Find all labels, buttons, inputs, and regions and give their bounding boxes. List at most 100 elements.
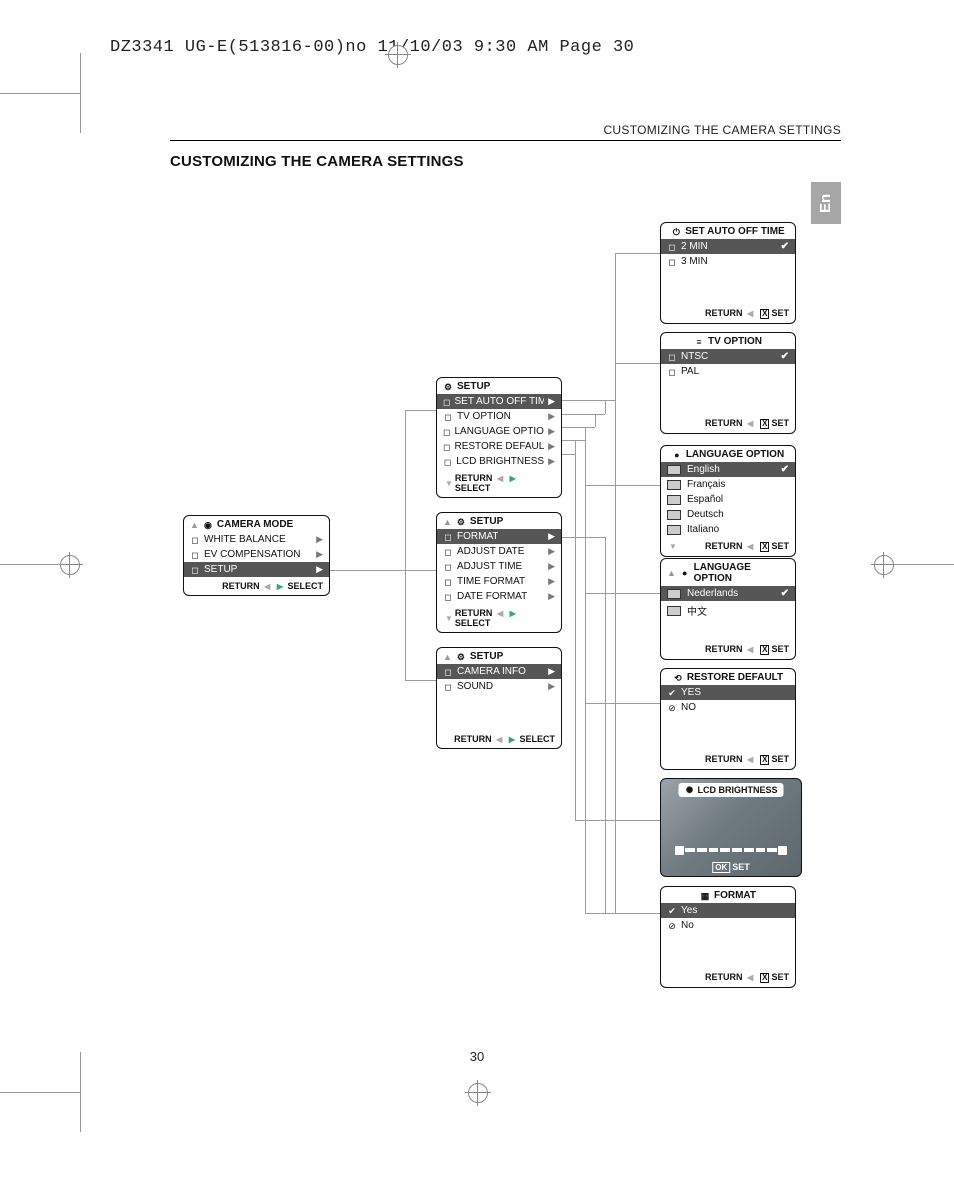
list-item[interactable]: 中文 [661, 601, 795, 620]
panel-rows: ◻FORMAT▶◻ADJUST DATE▶ ◻ ADJUST TIME ▶ ◻TIME … [437, 529, 561, 604]
flag-icon [667, 510, 681, 520]
crop-mark [0, 1092, 80, 1093]
panel-rows: ◻WHITE BALANCE▶◻EV COMPENSATION▶◻SETUP▶ [184, 532, 329, 577]
x-icon: X [760, 542, 769, 552]
connector [575, 820, 660, 821]
panel-footer: ▼ RETURN ◀ ▶ SELECT [437, 469, 561, 497]
tools-icon: ⚙ [456, 517, 466, 527]
list-item[interactable]: ✔Yes [661, 903, 795, 918]
row-icon: ◻ [443, 412, 453, 422]
crop-mark [894, 564, 954, 565]
left-triangle-icon: ◀ [747, 755, 753, 764]
language-tab: En [811, 182, 841, 224]
right-triangle-icon: ▶ [316, 564, 323, 575]
set-label: SET [771, 418, 789, 428]
connector [560, 427, 595, 428]
list-item[interactable]: ◻TV OPTION▶ [437, 409, 561, 424]
title-text: SETUP [470, 516, 503, 527]
list-item[interactable]: ◻2 MIN✔ [661, 239, 795, 254]
right-triangle-icon: ▶ [548, 441, 555, 452]
panel-footer: ▼ RETURN ◀ ▶ SELECT [437, 604, 561, 632]
list-item[interactable]: ⊘NO [661, 700, 795, 715]
panel-title: ▦ FORMAT [661, 887, 795, 903]
right-triangle-icon: ▶ [548, 396, 555, 407]
row-icon: ◻ [443, 397, 450, 407]
title-text: SETUP [457, 381, 490, 392]
left-triangle-icon: ◀ [747, 542, 753, 551]
list-item[interactable]: English✔ [661, 462, 795, 477]
list-item[interactable]: ◻FORMAT▶ [437, 529, 561, 544]
row-icon: ◻ [443, 427, 450, 437]
list-item[interactable]: ⊘No [661, 918, 795, 933]
return-label: RETURN [705, 644, 743, 654]
check-icon: ✔ [781, 588, 789, 599]
slider-minus-icon [675, 846, 684, 855]
list-item[interactable]: ◻3 MIN [661, 254, 795, 269]
list-item[interactable]: Nederlands ✔ [661, 586, 795, 601]
check-icon: ✔ [781, 241, 789, 252]
up-triangle-icon: ▲ [190, 520, 199, 530]
list-item[interactable]: ◻SET AUTO OFF TIME▶ [437, 394, 561, 409]
connector [560, 537, 605, 538]
list-item[interactable]: ◻EV COMPENSATION▶ [184, 547, 329, 562]
tv-icon: ≡ [694, 337, 704, 347]
panel-rows: ◻CAMERA INFO▶◻SOUND▶ [437, 664, 561, 694]
row-label: NO [681, 702, 696, 713]
row-label: ADJUST TIME [457, 561, 522, 572]
list-item[interactable]: ◻WHITE BALANCE▶ [184, 532, 329, 547]
panel-footer: RETURN ◀ XSET [661, 414, 795, 433]
right-triangle-icon: ▶ [548, 561, 555, 572]
cross-icon: ⊘ [667, 921, 677, 931]
check-icon: ✔ [781, 464, 789, 475]
set-label: SET [771, 754, 789, 764]
panel-footer: RETURN ◀ XSET [661, 640, 795, 659]
tools-icon: ⚙ [456, 652, 466, 662]
panel-footer: RETURN ◀ ▶ SELECT [184, 577, 329, 595]
list-item[interactable]: Français [661, 477, 795, 492]
right-triangle-icon: ▶ [548, 426, 555, 437]
panel-lcd-brightness: ✺ LCD BRIGHTNESS OKSET [660, 778, 802, 877]
up-triangle-icon: ▲ [667, 568, 676, 578]
list-item[interactable]: Español [661, 492, 795, 507]
list-item[interactable]: ◻DATE FORMAT▶ [437, 589, 561, 604]
row-icon: ◻ [443, 577, 453, 587]
list-item[interactable]: ✔ YES [661, 685, 795, 700]
list-item[interactable]: ◻SETUP▶ [184, 562, 329, 577]
panel-setup-3: ▲ ⚙ SETUP ◻CAMERA INFO▶◻SOUND▶ RETURN ◀ … [436, 647, 562, 749]
title-text: LANGUAGE OPTION [694, 562, 789, 584]
row-label: TV OPTION [457, 411, 511, 422]
list-item[interactable]: ◻CAMERA INFO▶ [437, 664, 561, 679]
list-item[interactable]: ◻LCD BRIGHTNESS▶ [437, 454, 561, 469]
list-item[interactable]: ◻PAL [661, 364, 795, 379]
list-item[interactable]: ◻LANGUAGE OPTION▶ [437, 424, 561, 439]
select-label: SELECT [455, 618, 491, 628]
connector [615, 253, 660, 254]
row-label: EV COMPENSATION [204, 549, 301, 560]
list-item[interactable]: ◻ADJUST TIME▶ [437, 559, 561, 574]
connector [585, 593, 660, 594]
right-triangle-icon: ▶ [548, 531, 555, 542]
panel-rows: ◻NTSC✔◻PAL [661, 349, 795, 379]
panel-footer: RETURN ◀ ▶ SELECT [437, 730, 561, 748]
row-icon: ◻ [443, 532, 453, 542]
slider-plus-icon [778, 846, 787, 855]
right-triangle-icon: ▶ [548, 591, 555, 602]
brightness-slider[interactable] [675, 846, 787, 854]
list-item[interactable]: Deutsch [661, 507, 795, 522]
right-triangle-icon: ▶ [510, 609, 516, 618]
list-item[interactable]: Italiano [661, 522, 795, 537]
row-label: WHITE BALANCE [204, 534, 286, 545]
select-label: SELECT [519, 734, 555, 744]
row-label: Nederlands [687, 588, 738, 599]
check-icon: ✔ [667, 688, 677, 698]
row-label: YES [681, 687, 701, 698]
list-item[interactable]: ◻RESTORE DEFAULT▶ [437, 439, 561, 454]
title-text: CAMERA MODE [217, 519, 293, 530]
connector [615, 363, 660, 364]
list-item[interactable]: ◻NTSC✔ [661, 349, 795, 364]
list-item[interactable]: ◻TIME FORMAT▶ [437, 574, 561, 589]
list-item[interactable]: ◻ADJUST DATE▶ [437, 544, 561, 559]
list-item[interactable]: ◻SOUND▶ [437, 679, 561, 694]
right-triangle-icon: ▶ [316, 534, 323, 545]
panel-rows: ◻SET AUTO OFF TIME▶◻TV OPTION▶◻LANGUAGE … [437, 394, 561, 469]
